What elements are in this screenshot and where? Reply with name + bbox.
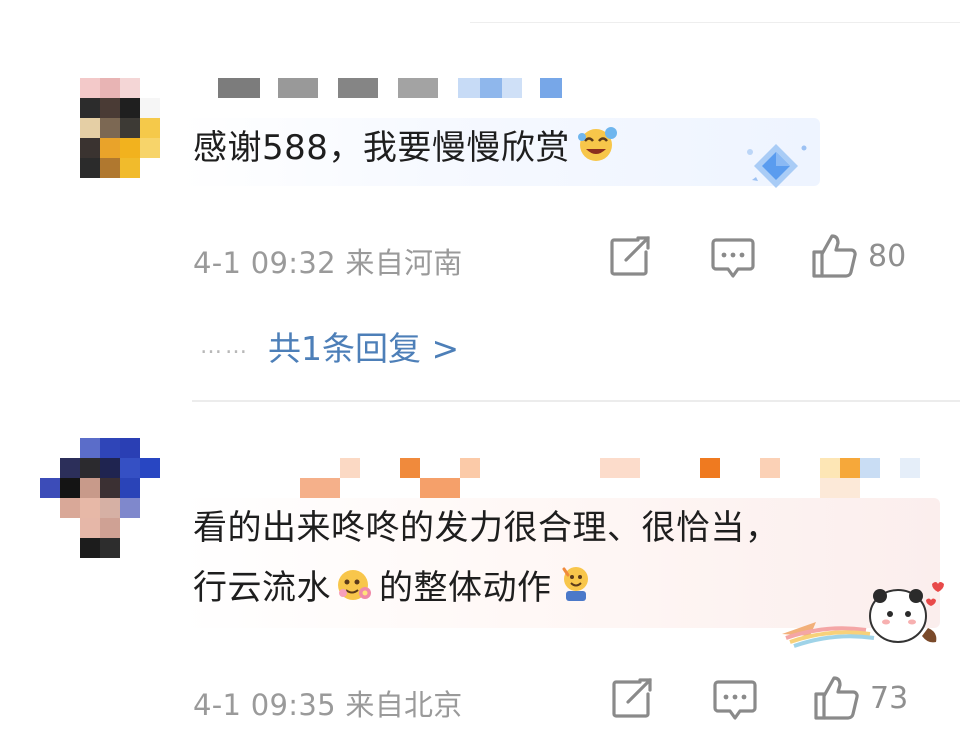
comment-meta: 4-1 09:32 来自河南 xyxy=(193,240,463,282)
comment-icon xyxy=(711,238,755,278)
comment-text-content: 感谢588，我要慢慢欣赏 xyxy=(193,128,570,168)
thumbs-up-icon xyxy=(814,676,859,720)
like-count: 80 xyxy=(868,238,907,274)
cheer-emoji xyxy=(558,563,594,620)
comment-meta: 4-1 09:35 来自北京 xyxy=(193,682,463,724)
comment-divider xyxy=(192,400,960,402)
like-button[interactable]: 80 xyxy=(810,232,906,280)
comment-text-line-2: 行云流水 的整体动作 xyxy=(193,560,594,620)
comment-text-segment: 的整体动作 xyxy=(379,568,552,608)
avatar[interactable] xyxy=(80,78,160,178)
comment-timestamp: 4-1 09:35 xyxy=(193,688,336,722)
like-button[interactable]: 73 xyxy=(812,674,908,722)
top-divider xyxy=(470,22,960,23)
comment-item-1: 感谢588，我要慢慢欣赏 4-1 09:32 来自河南 80 …… 共1条回复 … xyxy=(0,0,960,400)
reply-row[interactable]: …… 共1条回复 > xyxy=(200,322,459,370)
comment-location: 来自河南 xyxy=(345,246,463,280)
like-count: 73 xyxy=(870,680,909,716)
comment-button[interactable] xyxy=(712,678,758,722)
view-replies-link[interactable]: 共1条回复 > xyxy=(268,322,459,370)
comment-text: 感谢588，我要慢慢欣赏 xyxy=(193,120,620,180)
comment-icon xyxy=(713,680,757,720)
avatar[interactable] xyxy=(40,438,160,558)
laughing-tears-emoji xyxy=(576,123,620,180)
panda-sticker-icon xyxy=(776,578,946,654)
diamond-badge-icon xyxy=(742,140,814,204)
comment-text-content: 看的出来咚咚的发力很合理、很恰当， xyxy=(193,508,780,548)
comment-timestamp: 4-1 09:32 xyxy=(193,246,336,280)
comment-text-line-1: 看的出来咚咚的发力很合理、很恰当， xyxy=(193,500,780,556)
reply-dots: …… xyxy=(200,333,250,359)
username-blurred[interactable] xyxy=(300,458,920,498)
flower-face-emoji xyxy=(335,563,375,620)
thumbs-up-icon xyxy=(812,234,857,278)
comment-item-2: 看的出来咚咚的发力很合理、很恰当， 行云流水 的整体动作 4-1 09:35 来… xyxy=(0,400,960,745)
comment-location: 来自北京 xyxy=(345,688,463,722)
share-button[interactable] xyxy=(608,236,652,278)
username-blurred[interactable] xyxy=(218,78,563,98)
share-button[interactable] xyxy=(610,678,654,720)
share-icon xyxy=(610,236,650,276)
comment-text-segment: 行云流水 xyxy=(193,568,331,608)
share-icon xyxy=(612,678,652,718)
comment-button[interactable] xyxy=(710,236,756,280)
